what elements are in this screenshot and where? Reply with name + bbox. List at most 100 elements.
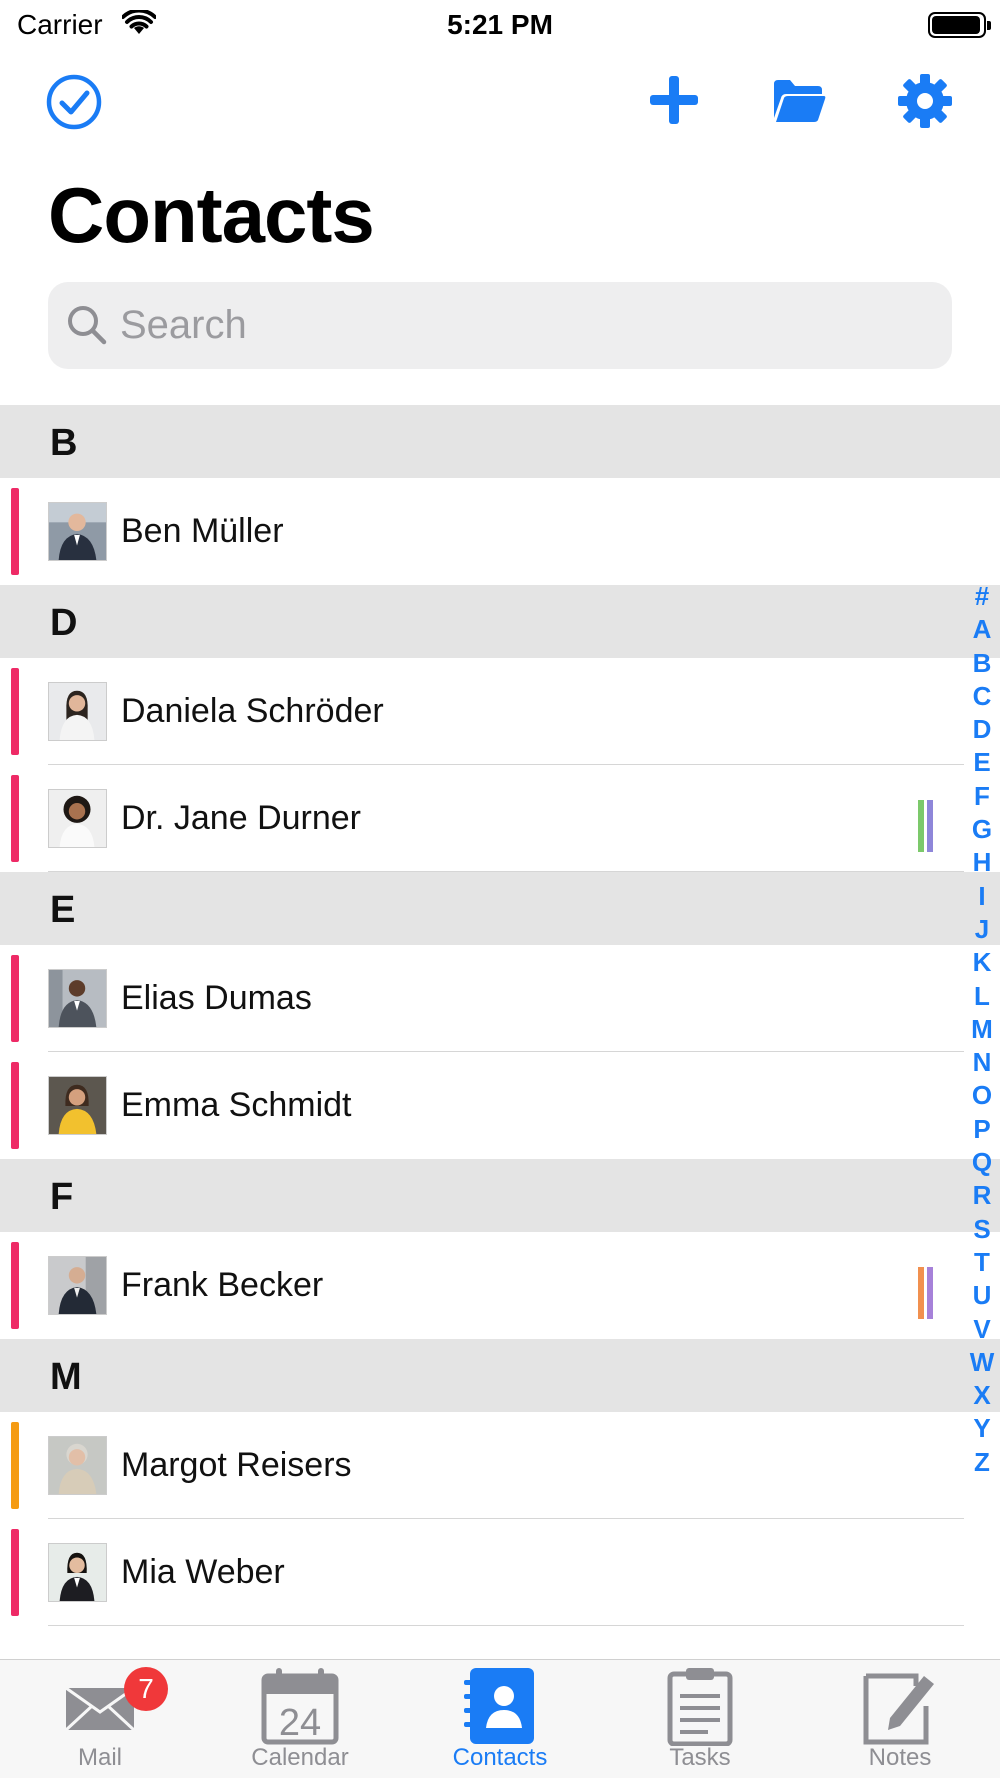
search-icon [68, 306, 107, 345]
contact-row[interactable]: Elias Dumas [0, 945, 1000, 1052]
tab-notes[interactable]: Notes [800, 1660, 1000, 1778]
index-letter[interactable]: L [966, 980, 998, 1013]
index-letter[interactable]: Z [966, 1446, 998, 1479]
index-letter[interactable]: X [966, 1379, 998, 1412]
index-letter[interactable]: F [966, 780, 998, 813]
index-letter[interactable]: B [966, 647, 998, 680]
index-letter[interactable]: U [966, 1279, 998, 1312]
contact-name: Emma Schmidt [121, 1086, 352, 1124]
tab-label: Contacts [452, 1744, 548, 1771]
contact-color-bar [11, 1422, 19, 1509]
tab-contacts[interactable]: Contacts [400, 1660, 600, 1778]
contact-name: Dr. Jane Durner [121, 799, 361, 837]
calendar-icon: 24 [261, 1668, 339, 1745]
tab-label: Mail [77, 1744, 122, 1771]
section-header-b: B [0, 405, 1000, 478]
section-header-d: D [0, 585, 1000, 658]
index-letter[interactable]: M [966, 1013, 998, 1046]
index-letter[interactable]: A [966, 613, 998, 646]
contact-color-bar [11, 1242, 19, 1329]
category-tag [918, 1267, 924, 1319]
contact-row[interactable]: Dr. Jane Durner [0, 765, 1000, 872]
contact-avatar [48, 789, 107, 848]
tab-label: Tasks [669, 1744, 731, 1771]
section-header-f: F [0, 1159, 1000, 1232]
checkmark-circle-icon[interactable] [46, 74, 102, 130]
contact-color-bar [11, 955, 19, 1042]
index-letter[interactable]: I [966, 880, 998, 913]
contacts-book-icon [464, 1668, 534, 1744]
index-letter[interactable]: Q [966, 1146, 998, 1179]
contact-row[interactable]: Daniela Schröder [0, 658, 1000, 765]
contact-list: B Ben Müller D Daniela Schröder Dr. Jane… [0, 405, 1000, 1626]
contact-category-tags [918, 1267, 933, 1319]
index-letter[interactable]: P [966, 1113, 998, 1146]
folder-icon[interactable] [772, 78, 826, 124]
contact-name: Frank Becker [121, 1266, 324, 1304]
index-letter[interactable]: E [966, 746, 998, 779]
contact-name: Ben Müller [121, 512, 284, 550]
clipboard-icon [667, 1668, 733, 1746]
index-letter[interactable]: H [966, 846, 998, 879]
row-separator [48, 1625, 964, 1626]
contact-avatar [48, 969, 107, 1028]
tab-calendar[interactable]: 24 Calendar [200, 1660, 400, 1778]
tab-mail[interactable]: 7 Mail [0, 1660, 200, 1778]
unread-badge: 7 [124, 1667, 168, 1711]
status-bar: Carrier 5:21 PM [0, 0, 1000, 50]
contact-avatar [48, 1256, 107, 1315]
contact-row[interactable]: Frank Becker [0, 1232, 1000, 1339]
contact-name: Margot Reisers [121, 1446, 352, 1484]
contact-color-bar [11, 775, 19, 862]
search-input[interactable] [120, 282, 920, 369]
contact-avatar [48, 502, 107, 561]
index-letter[interactable]: C [966, 680, 998, 713]
tab-tasks[interactable]: Tasks [600, 1660, 800, 1778]
row-separator [48, 871, 964, 872]
index-letter[interactable]: N [966, 1046, 998, 1079]
search-bar[interactable] [48, 282, 952, 369]
category-tag [927, 800, 933, 852]
contact-category-tags [918, 800, 933, 852]
battery-icon [928, 12, 991, 38]
section-header-m: M [0, 1339, 1000, 1412]
contact-row[interactable]: Margot Reisers [0, 1412, 1000, 1519]
status-time: 5:21 PM [447, 9, 553, 40]
plus-icon[interactable] [648, 74, 700, 126]
index-letter[interactable]: T [966, 1246, 998, 1279]
contact-avatar [48, 1076, 107, 1135]
contact-color-bar [11, 488, 19, 575]
section-header-e: E [0, 872, 1000, 945]
note-edit-icon [863, 1673, 934, 1745]
index-letter[interactable]: R [966, 1179, 998, 1212]
index-letter[interactable]: W [966, 1346, 998, 1379]
index-letter[interactable]: G [966, 813, 998, 846]
index-letter[interactable]: # [966, 580, 998, 613]
index-letter[interactable]: D [966, 713, 998, 746]
contact-name: Daniela Schröder [121, 692, 384, 730]
gear-icon[interactable] [897, 73, 953, 129]
index-letter[interactable]: K [966, 946, 998, 979]
tab-bar: 7 Mail 24 Calendar Contacts Tasks Notes [0, 1659, 1000, 1778]
contact-row[interactable]: Emma Schmidt [0, 1052, 1000, 1159]
contact-row[interactable]: Ben Müller [0, 478, 1000, 585]
calendar-date: 24 [279, 1702, 321, 1744]
contact-color-bar [11, 668, 19, 755]
index-letter[interactable]: S [966, 1213, 998, 1246]
page-title: Contacts [48, 171, 375, 259]
contact-color-bar [11, 1062, 19, 1149]
contact-avatar [48, 1436, 107, 1495]
contact-name: Elias Dumas [121, 979, 312, 1017]
category-tag [918, 800, 924, 852]
tab-label: Calendar [251, 1744, 349, 1771]
index-letter[interactable]: J [966, 913, 998, 946]
index-letter[interactable]: O [966, 1079, 998, 1112]
category-tag [927, 1267, 933, 1319]
section-index-bar[interactable]: # A B C D E F G H I J K L M N O P Q R S … [966, 580, 998, 1479]
index-letter[interactable]: Y [966, 1412, 998, 1445]
index-letter[interactable]: V [966, 1313, 998, 1346]
contact-avatar [48, 682, 107, 741]
contact-color-bar [11, 1529, 19, 1616]
contact-row[interactable]: Mia Weber [0, 1519, 1000, 1626]
contact-avatar [48, 1543, 107, 1602]
